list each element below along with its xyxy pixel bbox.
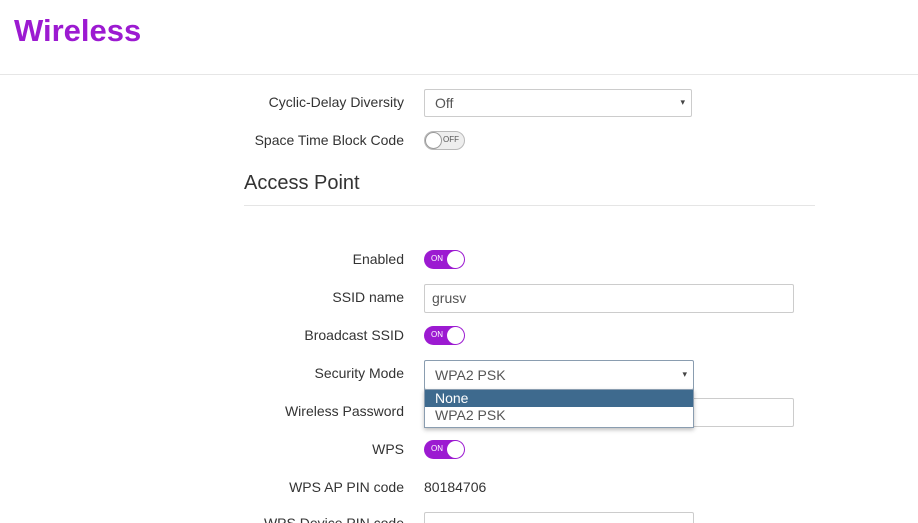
wireless-settings-page: Wireless Cyclic-Delay Diversity Off ▾ Sp…: [0, 0, 918, 523]
ssid-input-value: grusv: [432, 290, 467, 306]
ssid-label: SSID name: [332, 289, 404, 305]
wireless-password-label: Wireless Password: [284, 403, 404, 419]
wps-ap-pin-value: 80184706: [424, 479, 487, 495]
dropdown-option-wpa2-psk[interactable]: WPA2 PSK: [425, 407, 693, 424]
toggle-state-label: ON: [431, 444, 443, 453]
wps-ap-pin-label: WPS AP PIN code: [289, 479, 404, 495]
broadcast-ssid-toggle[interactable]: ON: [424, 326, 465, 345]
toggle-knob: [447, 251, 464, 268]
cdd-select[interactable]: Off ▾: [424, 89, 692, 117]
stbc-label: Space Time Block Code: [254, 132, 404, 148]
toggle-knob: [447, 441, 464, 458]
enabled-toggle[interactable]: ON: [424, 250, 465, 269]
page-header: Wireless: [0, 0, 918, 75]
toggle-knob: [425, 132, 442, 149]
dropdown-option-none[interactable]: None: [425, 390, 693, 407]
toggle-knob: [447, 327, 464, 344]
toggle-state-label: ON: [431, 254, 443, 263]
chevron-down-icon: ▾: [682, 369, 687, 379]
chevron-down-icon: ▾: [680, 97, 685, 107]
page-title: Wireless: [14, 13, 142, 48]
wps-label: WPS: [372, 441, 404, 457]
cdd-select-value: Off: [435, 95, 454, 111]
wps-device-pin-input[interactable]: [424, 512, 694, 523]
security-mode-select-value: WPA2 PSK: [435, 367, 506, 383]
toggle-state-label: ON: [431, 330, 443, 339]
section-divider: [244, 205, 815, 206]
security-mode-dropdown-list: None WPA2 PSK: [424, 389, 694, 428]
security-mode-select[interactable]: WPA2 PSK ▾: [424, 360, 694, 390]
stbc-toggle[interactable]: OFF: [424, 131, 465, 150]
wps-toggle[interactable]: ON: [424, 440, 465, 459]
broadcast-ssid-label: Broadcast SSID: [304, 327, 404, 343]
cdd-label: Cyclic-Delay Diversity: [268, 94, 404, 110]
enabled-label: Enabled: [352, 251, 404, 267]
ssid-input[interactable]: grusv: [424, 284, 794, 313]
section-title-access-point: Access Point: [244, 172, 360, 194]
wps-device-pin-label: WPS Device PIN code: [263, 515, 404, 523]
security-mode-label: Security Mode: [314, 365, 404, 381]
toggle-state-label: OFF: [443, 135, 459, 144]
